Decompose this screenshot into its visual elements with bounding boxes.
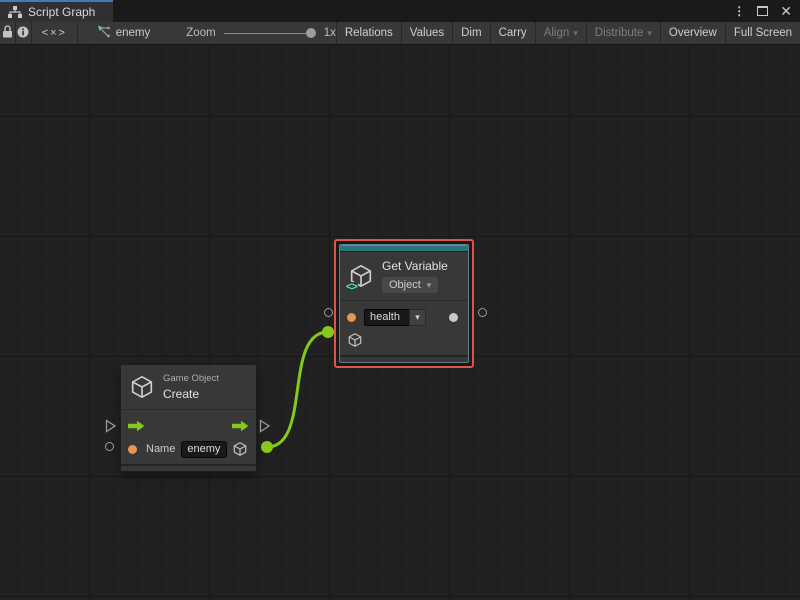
caret-down-icon: ▾	[427, 280, 432, 291]
connection-end-dot[interactable]	[322, 326, 334, 338]
script-graph-window: Script Graph ⋮ ✕	[0, 0, 800, 600]
window-controls: ⋮ ✕	[733, 0, 800, 22]
window-menu-icon[interactable]: ⋮	[733, 4, 745, 18]
connection-wire[interactable]	[267, 332, 328, 447]
relations-button[interactable]: Relations	[336, 22, 401, 44]
zoom-value: 1x	[324, 27, 336, 39]
zoom-slider[interactable]	[224, 26, 316, 40]
name-input[interactable]	[181, 441, 227, 458]
node-title: Create	[163, 387, 219, 401]
graph-toolbar: <×> enemy Zoom 1x Relations Values	[0, 22, 800, 45]
output-connector-ring[interactable]	[478, 308, 487, 317]
align-button[interactable]: Align ▾	[535, 22, 586, 44]
toolbar-buttons: Relations Values Dim Carry Align ▾ Distr…	[336, 22, 800, 44]
flow-in-icon[interactable]	[128, 420, 145, 432]
variable-scope-dropdown[interactable]: Object ▾	[382, 277, 438, 293]
game-object-port-icon[interactable]	[347, 332, 363, 348]
tab-script-graph[interactable]: Script Graph	[0, 0, 113, 22]
info-button[interactable]	[16, 22, 32, 44]
zoom-slider-handle[interactable]	[306, 28, 316, 38]
zoom-slider-track[interactable]	[224, 33, 316, 34]
values-button[interactable]: Values	[401, 22, 452, 44]
input-connector-ring[interactable]	[105, 442, 114, 451]
node-create[interactable]: Game Object Create	[120, 364, 257, 472]
input-connector-ring[interactable]	[324, 308, 333, 317]
info-icon	[17, 26, 29, 41]
graph-icon	[97, 25, 111, 41]
flow-in-connector[interactable]	[105, 419, 117, 438]
code-preview-button[interactable]: <×>	[32, 22, 78, 44]
caret-down-icon: ▾	[573, 28, 578, 39]
node-footer	[340, 355, 468, 362]
name-port-label: Name	[146, 443, 175, 455]
node-title: Get Variable	[382, 259, 448, 273]
name-value-port[interactable]	[128, 445, 137, 454]
zoom-control: Zoom 1x	[186, 22, 336, 44]
distribute-button[interactable]: Distribute ▾	[586, 22, 660, 44]
tab-bar: Script Graph ⋮ ✕	[0, 0, 800, 22]
connection-start-dot[interactable]	[261, 441, 273, 453]
game-object-output-icon[interactable]	[232, 441, 248, 457]
flow-out-icon[interactable]	[232, 420, 249, 432]
game-object-cube-icon	[129, 374, 155, 400]
graph-breadcrumb[interactable]: enemy	[97, 22, 151, 44]
variable-name-port[interactable]	[347, 313, 356, 322]
flow-out-connector[interactable]	[259, 419, 271, 438]
node-color-strip	[340, 245, 468, 252]
close-icon[interactable]: ✕	[780, 6, 792, 16]
caret-down-icon: ▾	[415, 312, 420, 323]
overview-button[interactable]: Overview	[660, 22, 725, 44]
hierarchy-icon	[8, 6, 22, 18]
node-footer	[121, 464, 256, 471]
full-screen-button[interactable]: Full Screen	[725, 22, 800, 44]
graph-canvas[interactable]: <> Get Variable Object ▾	[0, 45, 800, 600]
variable-name-input[interactable]	[364, 309, 409, 326]
value-output-port[interactable]	[449, 313, 458, 322]
lock-icon	[2, 25, 13, 41]
variable-scope-value: Object	[389, 279, 421, 291]
variable-name-picker[interactable]: ▾	[409, 309, 426, 326]
maximize-icon[interactable]	[757, 6, 768, 16]
tab-title: Script Graph	[28, 5, 95, 19]
carry-button[interactable]: Carry	[490, 22, 535, 44]
dim-button[interactable]: Dim	[452, 22, 489, 44]
caret-down-icon: ▾	[647, 28, 652, 39]
code-badge-icon: <>	[345, 282, 358, 292]
game-object-cube-icon: <>	[348, 263, 374, 289]
graph-breadcrumb-label: enemy	[116, 27, 151, 39]
node-get-variable[interactable]: <> Get Variable Object ▾	[334, 239, 474, 368]
node-category: Game Object	[163, 373, 219, 385]
lock-button[interactable]	[0, 22, 16, 44]
zoom-label: Zoom	[186, 27, 215, 39]
